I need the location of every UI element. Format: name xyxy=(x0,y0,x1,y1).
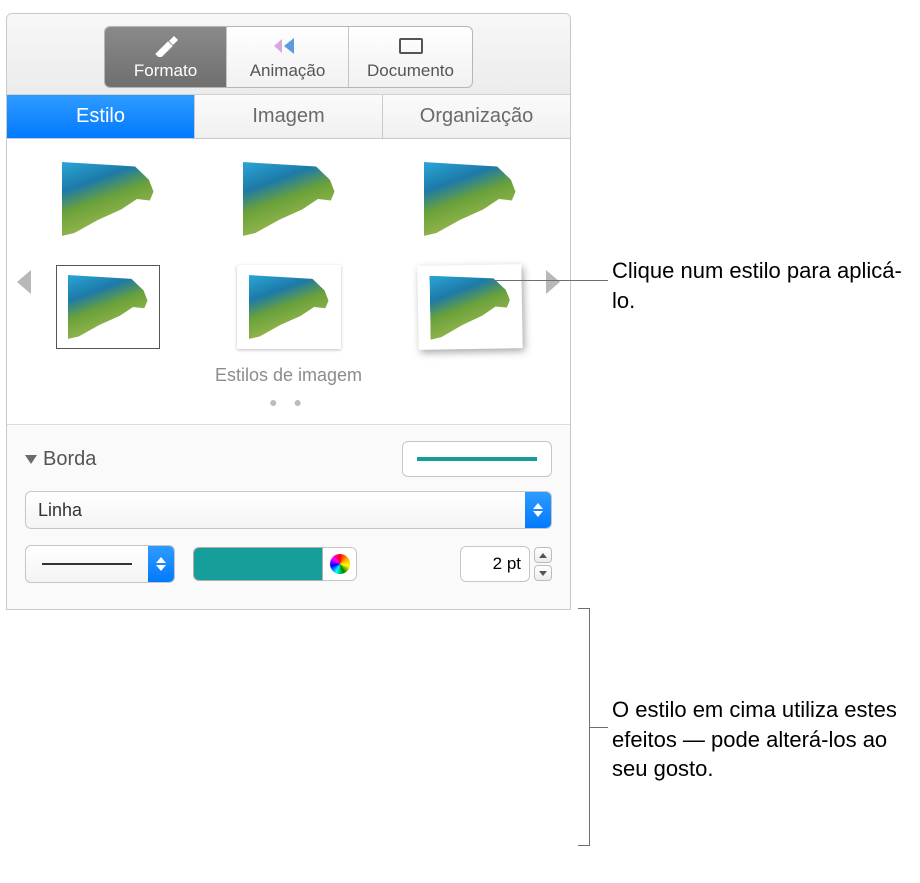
color-wheel-icon xyxy=(330,554,350,574)
border-style-preview[interactable] xyxy=(402,441,552,477)
style-thumbnail[interactable] xyxy=(417,264,522,350)
iguana-preview-icon xyxy=(62,162,154,236)
border-type-select[interactable]: Linha xyxy=(25,491,552,529)
iguana-preview-icon xyxy=(429,274,510,339)
border-size-stepper[interactable] xyxy=(534,547,552,581)
animation-label: Animação xyxy=(250,61,326,81)
border-preview-line-icon xyxy=(417,457,537,461)
iguana-preview-icon xyxy=(243,162,335,236)
stepper-up-icon[interactable] xyxy=(534,547,552,563)
tab-arrange[interactable]: Organização xyxy=(383,95,570,138)
inspector-panel: Formato Animação Documento Estilo Imagem… xyxy=(6,13,571,610)
style-thumbnail[interactable] xyxy=(237,157,341,241)
border-disclosure[interactable]: Borda xyxy=(25,448,96,471)
callout-leader-line xyxy=(590,727,608,728)
animation-icon xyxy=(272,33,304,59)
color-swatch xyxy=(193,547,323,581)
format-button[interactable]: Formato xyxy=(105,27,227,87)
border-title: Borda xyxy=(43,448,96,471)
iguana-preview-icon xyxy=(424,162,516,236)
style-thumbnail[interactable] xyxy=(237,265,341,349)
style-thumbnail[interactable] xyxy=(56,157,160,241)
animation-button[interactable]: Animação xyxy=(227,27,349,87)
document-label: Documento xyxy=(367,61,454,81)
border-section: Borda Linha xyxy=(7,424,570,609)
image-styles-section: Estilos de imagem ● ● xyxy=(7,139,570,424)
document-button[interactable]: Documento xyxy=(349,27,472,87)
line-style-preview-icon xyxy=(42,563,132,565)
select-arrows-icon xyxy=(525,492,551,528)
format-label: Formato xyxy=(134,61,197,81)
styles-next-arrow[interactable] xyxy=(546,270,560,294)
callout-leader-line xyxy=(490,280,608,281)
border-size-input[interactable] xyxy=(460,546,530,582)
border-type-value: Linha xyxy=(38,500,82,521)
paintbrush-icon xyxy=(153,33,179,59)
callout-apply-style: Clique num estilo para aplicá-lo. xyxy=(612,256,902,315)
callout-effects: O estilo em cima utiliza estes efeitos —… xyxy=(612,695,912,784)
callout-bracket xyxy=(578,608,590,846)
style-thumbnail[interactable] xyxy=(56,265,160,349)
tab-style[interactable]: Estilo xyxy=(7,95,195,138)
inspector-tabs: Estilo Imagem Organização xyxy=(7,95,570,139)
select-arrows-icon xyxy=(148,546,174,582)
tab-image[interactable]: Imagem xyxy=(195,95,383,138)
line-style-select[interactable] xyxy=(25,545,175,583)
document-icon xyxy=(397,33,425,59)
styles-caption: Estilos de imagem xyxy=(37,365,540,386)
page-dots[interactable]: ● ● xyxy=(37,394,540,410)
disclosure-triangle-icon xyxy=(25,455,37,464)
style-thumbnail[interactable] xyxy=(418,157,522,241)
toolbar: Formato Animação Documento xyxy=(7,14,570,95)
iguana-preview-icon xyxy=(249,275,329,339)
stepper-down-icon[interactable] xyxy=(534,565,552,581)
toolbar-segmented-control: Formato Animação Documento xyxy=(104,26,473,88)
styles-prev-arrow[interactable] xyxy=(17,270,31,294)
border-color-well[interactable] xyxy=(193,545,357,583)
iguana-preview-icon xyxy=(68,275,148,339)
color-picker-button[interactable] xyxy=(323,547,357,581)
